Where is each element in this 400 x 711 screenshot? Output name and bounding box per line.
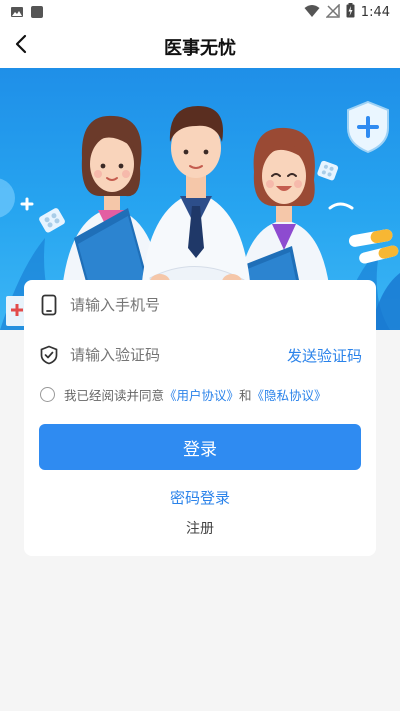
phone-input[interactable] (70, 296, 362, 314)
wifi-icon (304, 4, 320, 22)
agreement-and: 和 (239, 388, 252, 403)
shield-icon (347, 100, 389, 154)
shield-check-icon (38, 343, 60, 367)
verification-code-input[interactable] (70, 346, 287, 364)
user-agreement-link[interactable]: 《用户协议》 (164, 385, 239, 404)
password-login-link[interactable]: 密码登录 (24, 487, 376, 508)
login-card: 发送验证码 我已经阅读并同意 《用户协议》 和 《隐私协议》 登录 密码登录 注… (24, 280, 376, 556)
square-icon (30, 4, 44, 23)
no-signal-icon (324, 2, 340, 22)
phone-row (38, 280, 362, 330)
status-time: 1:44 (360, 5, 390, 20)
code-row: 发送验证码 (38, 330, 362, 380)
app-bar: 医事无忧 (0, 24, 400, 68)
privacy-policy-link[interactable]: 《隐私协议》 (252, 385, 327, 404)
agreement-radio[interactable] (40, 387, 55, 402)
page-title: 医事无忧 (164, 38, 236, 59)
image-icon (10, 4, 24, 23)
agreement-row: 我已经阅读并同意 《用户协议》 和 《隐私协议》 (40, 385, 327, 404)
send-code-button[interactable]: 发送验证码 (287, 345, 362, 366)
phone-icon (38, 293, 60, 317)
status-bar: 1:44 (0, 0, 400, 24)
battery-charging-icon (346, 3, 355, 22)
agreement-prefix: 我已经阅读并同意 (64, 388, 165, 403)
register-link[interactable]: 注册 (24, 518, 376, 538)
login-button[interactable]: 登录 (39, 424, 361, 470)
